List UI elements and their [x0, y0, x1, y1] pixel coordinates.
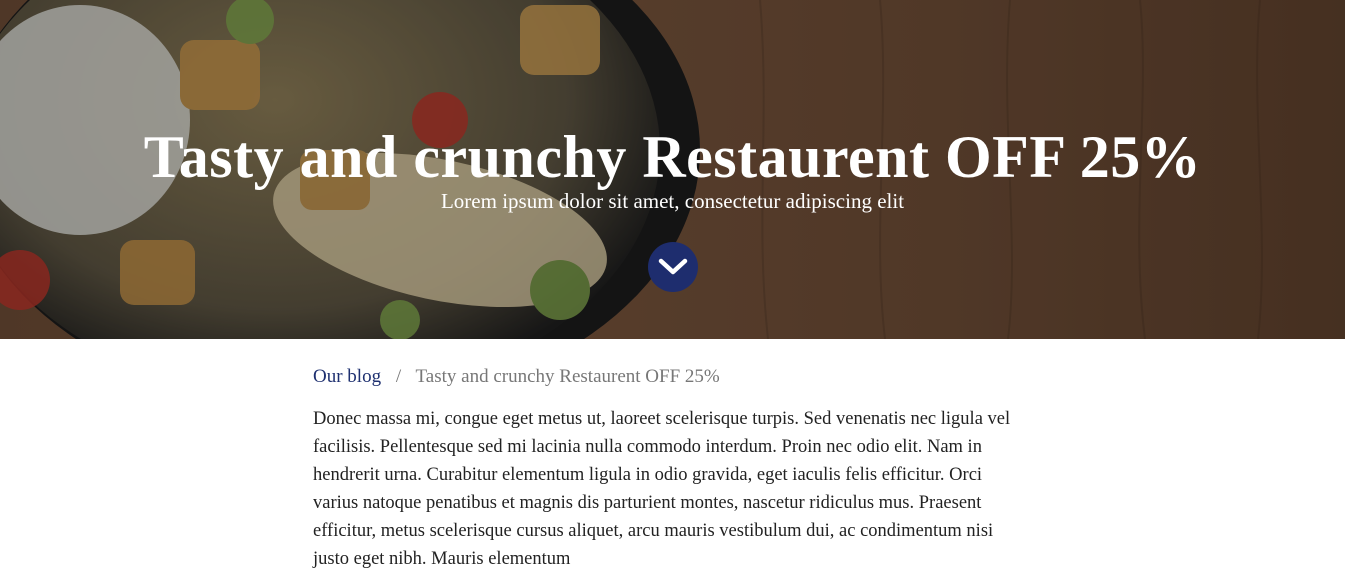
breadcrumb-current: Tasty and crunchy Restaurent OFF 25%	[415, 366, 720, 387]
breadcrumb: Our blog / Tasty and crunchy Restaurent …	[313, 360, 1033, 394]
article-body: Donec massa mi, congue eget metus ut, la…	[313, 409, 1011, 569]
article-content: Our blog / Tasty and crunchy Restaurent …	[313, 360, 1033, 573]
hero-title: Tasty and crunchy Restaurent OFF 25%	[143, 124, 1202, 190]
breadcrumb-link-our-blog[interactable]: Our blog	[313, 366, 381, 387]
chevron-down-icon	[658, 258, 688, 275]
hero-subtitle: Lorem ipsum dolor sit amet, consectetur …	[440, 189, 905, 213]
breadcrumb-separator: /	[395, 366, 402, 387]
scroll-down-button[interactable]	[648, 242, 698, 292]
hero-banner: Tasty and crunchy Restaurent OFF 25% Lor…	[0, 0, 1345, 339]
